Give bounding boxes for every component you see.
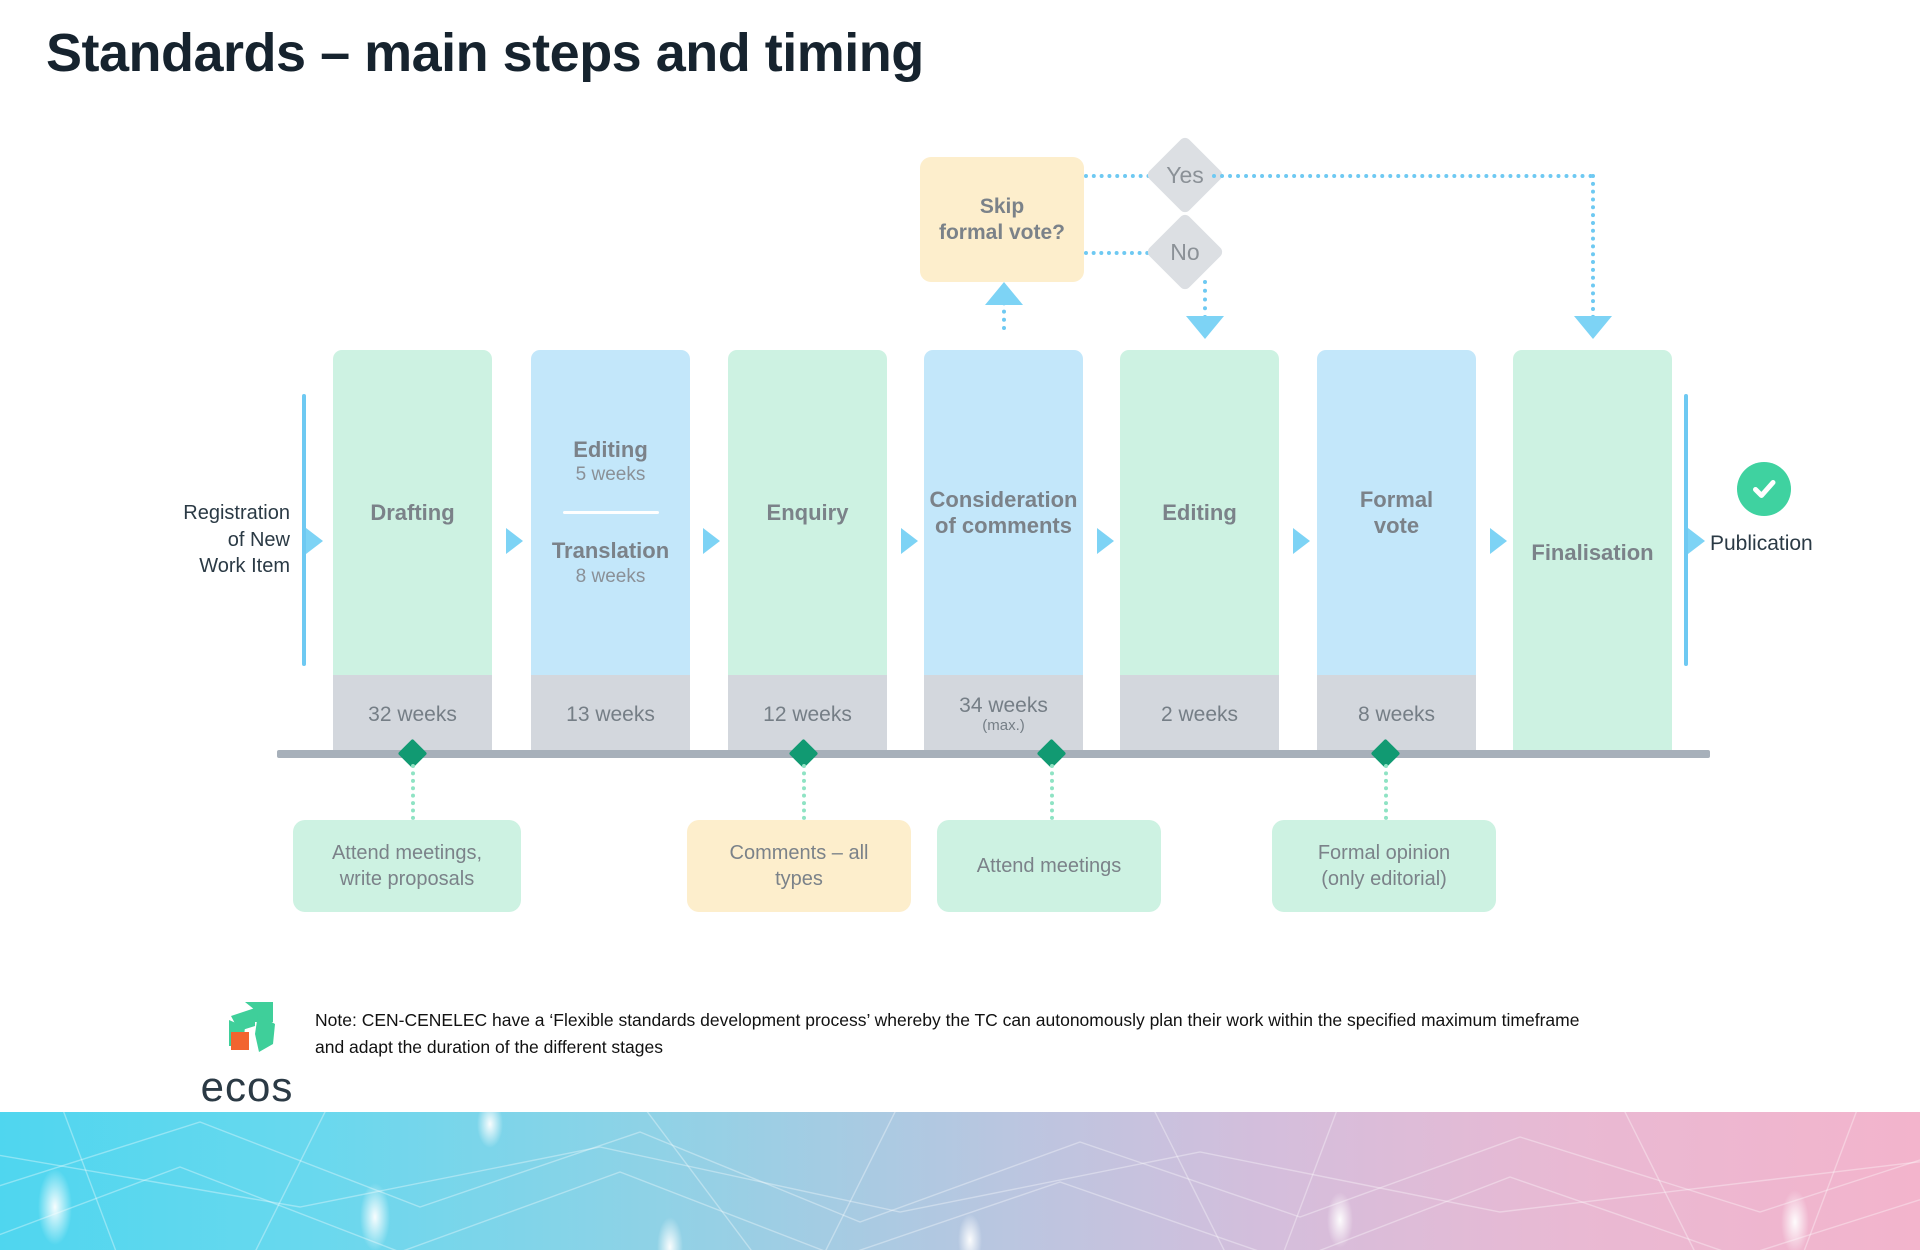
yes-decision-label: Yes (1166, 161, 1204, 188)
stage-editing-translation-body: Editing 5 weeks Translation 8 weeks (531, 350, 690, 675)
callout-4-line2: (only editorial) (1321, 868, 1447, 890)
yes-branch-line-right (1212, 174, 1593, 178)
ecos-logo-mark-icon (215, 1000, 279, 1060)
stage-editing-2[interactable]: Editing 2 weeks (1120, 350, 1279, 755)
connector-arrow-6-icon (1490, 528, 1507, 554)
stage-consideration-body: Consideration of comments (924, 350, 1083, 675)
callout-1-text: Attend meetings, write proposals (332, 840, 482, 893)
stage-editing-duration: 5 weeks (575, 464, 646, 486)
ecos-logo: ecos (197, 1000, 297, 1108)
stage-consideration-weeks-note: (max.) (982, 717, 1025, 735)
callout-2-line1: Comments – all (729, 841, 869, 864)
timeline-lead-3 (1050, 764, 1054, 820)
stage-finalisation-label: Finalisation (1531, 539, 1654, 565)
stage-formal-vote-label-line1: Formal (1359, 486, 1434, 512)
stage-editing-2-weeks-band: 2 weeks (1120, 675, 1279, 755)
stage-finalisation[interactable]: Finalisation (1513, 350, 1672, 755)
skip-formal-vote-text: Skip formal vote? (939, 194, 1065, 244)
timeline-lead-4 (1384, 764, 1388, 820)
registration-label-line1: Registration (183, 502, 290, 524)
callout-formal-opinion[interactable]: Formal opinion (only editorial) (1272, 820, 1496, 912)
no-decision-label: No (1170, 238, 1200, 265)
registration-label-line2: of New (227, 528, 290, 551)
no-branch-line-down (1203, 280, 1207, 319)
stage-formal-vote-weeks: 8 weeks (1357, 702, 1436, 726)
consideration-to-skip-arrow-icon (985, 282, 1023, 305)
connector-arrow-3-icon (901, 528, 918, 554)
callout-2-line2: types (775, 868, 823, 890)
stage-enquiry-label: Enquiry (766, 499, 849, 525)
publication-label: Publication (1710, 532, 1813, 555)
callout-1-line2: write proposals (339, 868, 475, 890)
stage-consideration-of-comments[interactable]: Consideration of comments 34 weeks (max.… (924, 350, 1083, 755)
stage-translation-duration: 8 weeks (575, 565, 646, 587)
timeline-lead-2 (802, 764, 806, 820)
skip-formal-vote-line2: formal vote? (938, 220, 1066, 244)
registration-label: Registration of New Work Item (150, 500, 290, 580)
stage-formal-vote-label-line2: vote (1373, 512, 1420, 538)
stage-formal-vote[interactable]: Formal vote 8 weeks (1317, 350, 1476, 755)
timeline-lead-1 (411, 764, 415, 820)
stage-formal-vote-body: Formal vote (1317, 350, 1476, 675)
connector-arrow-2-icon (703, 528, 720, 554)
yes-branch-arrow-icon (1574, 316, 1612, 339)
footnote-line2: and adapt the duration of the different … (315, 1037, 663, 1058)
stage-enquiry-weeks: 12 weeks (763, 702, 852, 726)
page-title: Standards – main steps and timing (46, 23, 924, 83)
ecos-logo-wordmark: ecos (200, 1063, 294, 1110)
yes-branch-line-down (1591, 174, 1595, 319)
callout-1-line1: Attend meetings, (331, 841, 483, 864)
stage-consideration-weeks-band: 34 weeks (max.) (924, 675, 1083, 755)
callout-3-text: Attend meetings (977, 853, 1122, 879)
stage-translation-label: Translation (551, 538, 670, 563)
connector-arrow-5-icon (1293, 528, 1310, 554)
callout-3-line1: Attend meetings (976, 854, 1122, 877)
exit-arrow-icon (1688, 528, 1705, 554)
stage-drafting-label: Drafting (370, 499, 455, 525)
skip-formal-vote-box[interactable]: Skip formal vote? (920, 157, 1084, 282)
callout-attend-meetings-write-proposals[interactable]: Attend meetings, write proposals (293, 820, 521, 912)
callout-attend-meetings[interactable]: Attend meetings (937, 820, 1161, 912)
stage-drafting[interactable]: Drafting 32 weeks (333, 350, 492, 755)
check-circle-icon (1737, 462, 1791, 516)
stage-editing-translation-weeks-band: 13 weeks (531, 675, 690, 755)
skip-formal-vote-line1: Skip (979, 195, 1025, 219)
stage-editing-label: Editing (573, 436, 648, 462)
entry-arrow-icon (306, 528, 323, 554)
stage-finalisation-body: Finalisation (1513, 350, 1672, 755)
slide-canvas: Standards – main steps and timing Regist… (0, 0, 1920, 1250)
connector-arrow-1-icon (506, 528, 523, 554)
callout-2-text: Comments – all types (730, 840, 869, 893)
stage-formal-vote-weeks-band: 8 weeks (1317, 675, 1476, 755)
callout-4-text: Formal opinion (only editorial) (1318, 840, 1450, 893)
footnote: Note: CEN-CENELEC have a ‘Flexible stand… (315, 1007, 1715, 1061)
timeline-bar (277, 750, 1710, 758)
no-branch-line-left (1084, 251, 1157, 255)
stage-editing-translation[interactable]: Editing 5 weeks Translation 8 weeks 13 w… (531, 350, 690, 755)
decorative-footer-band (0, 1112, 1920, 1250)
stage-consideration-label-line1: Consideration (929, 486, 1078, 512)
stage-consideration-label-line2: of comments (935, 512, 1072, 538)
stage-editing-divider (562, 511, 659, 514)
stage-editing-translation-weeks: 13 weeks (566, 702, 655, 726)
stage-editing-2-body: Editing (1120, 350, 1279, 675)
registration-label-line3: Work Item (199, 555, 290, 578)
stage-consideration-weeks: 34 weeks (959, 693, 1048, 717)
stage-enquiry[interactable]: Enquiry 12 weeks (728, 350, 887, 755)
stage-editing-2-weeks: 2 weeks (1160, 702, 1239, 726)
stage-editing-2-label: Editing (1162, 499, 1237, 525)
stage-drafting-body: Drafting (333, 350, 492, 675)
stage-enquiry-body: Enquiry (728, 350, 887, 675)
callout-comments-all-types[interactable]: Comments – all types (687, 820, 911, 912)
footnote-line1: Note: CEN-CENELEC have a ‘Flexible stand… (315, 1010, 1580, 1030)
no-branch-arrow-icon (1186, 316, 1224, 339)
connector-arrow-4-icon (1097, 528, 1114, 554)
stage-drafting-weeks: 32 weeks (368, 702, 457, 726)
callout-4-line1: Formal opinion (1317, 841, 1451, 864)
